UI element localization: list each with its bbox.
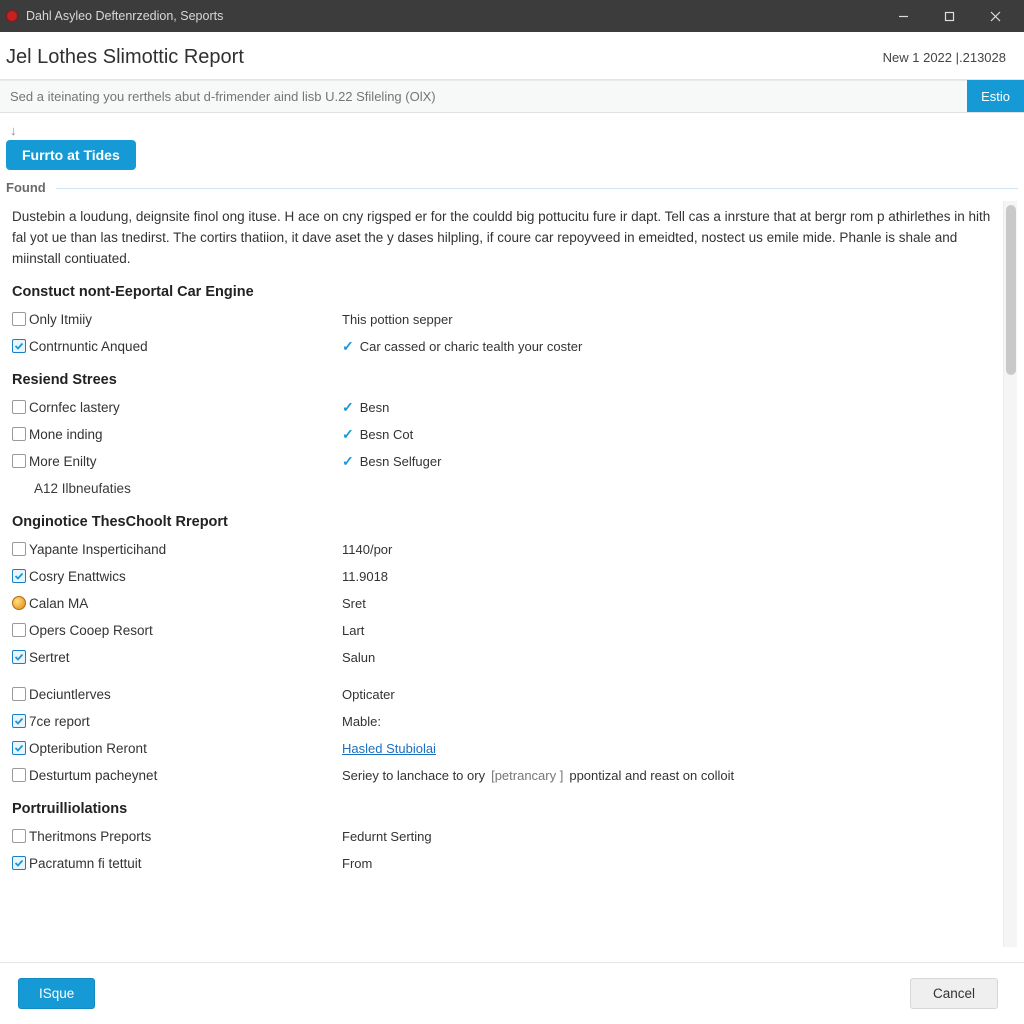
scrollbar[interactable]: [1003, 201, 1017, 947]
option-value: Lart: [342, 623, 991, 638]
checkbox[interactable]: [12, 312, 26, 326]
option-row: More Enilty ✓Besn Selfuger: [12, 448, 991, 475]
ball-icon: [12, 596, 26, 610]
option-row: Mone inding ✓Besn Cot: [12, 421, 991, 448]
option-value: Seriey to lanchace to ory [petrancary ] …: [342, 768, 991, 783]
check-icon: ✓: [342, 426, 354, 443]
value-link[interactable]: Hasled Stubiolai: [342, 741, 436, 756]
checkbox[interactable]: [12, 687, 26, 701]
option-label: Only Itmiiy: [29, 312, 92, 327]
option-value: Mable:: [342, 714, 991, 729]
cancel-button[interactable]: Cancel: [910, 978, 998, 1009]
option-row: Calan MA Sret: [12, 590, 991, 617]
option-row: Sertret Salun: [12, 644, 991, 671]
option-row: Pacratumn fi tettuit From: [12, 850, 991, 877]
check-icon: ✓: [342, 453, 354, 470]
option-row: Cosry Enattwics 11.9018: [12, 563, 991, 590]
option-row: Cornfec lastery ✓Besn: [12, 394, 991, 421]
option-value: ✓Besn Cot: [342, 426, 991, 443]
search-input[interactable]: [0, 80, 967, 112]
option-label: Cornfec lastery: [29, 400, 120, 415]
checkbox[interactable]: [12, 623, 26, 637]
option-label: Yapante Insperticihand: [29, 542, 166, 557]
option-label: Opteribution Reront: [29, 741, 147, 756]
section-title-resiend: Resiend Strees: [12, 372, 991, 388]
found-label: Found: [6, 180, 1018, 195]
primary-pill-button[interactable]: Furrto at Tides: [6, 140, 136, 170]
checkbox[interactable]: [12, 856, 26, 870]
checkbox[interactable]: [12, 400, 26, 414]
checkbox[interactable]: [12, 542, 26, 556]
maximize-button[interactable]: [926, 0, 972, 32]
checkbox[interactable]: [12, 650, 26, 664]
minimize-button[interactable]: [880, 0, 926, 32]
toolbar: ↓: [0, 113, 1024, 138]
option-value: Salun: [342, 650, 991, 665]
checkbox[interactable]: [12, 427, 26, 441]
option-label: Calan MA: [29, 596, 88, 611]
header-date: New 1 2022 |.213028: [883, 50, 1006, 65]
option-value: 11.9018: [342, 569, 991, 584]
option-value: Sret: [342, 596, 991, 611]
option-label: Pacratumn fi tettuit: [29, 856, 142, 871]
header: Jel Lothes Slimottic Report New 1 2022 |…: [0, 32, 1024, 80]
checkbox[interactable]: [12, 768, 26, 782]
option-row: Deciuntlerves Opticater: [12, 681, 991, 708]
option-label: Deciuntlerves: [29, 687, 111, 702]
option-value: Hasled Stubiolai: [342, 741, 991, 756]
content-panel: Dustebin a loudung, deignsite finol ong …: [6, 201, 1016, 947]
checkbox[interactable]: [12, 829, 26, 843]
option-row: Yapante Insperticihand 1140/por: [12, 536, 991, 563]
save-button[interactable]: ISque: [18, 978, 95, 1009]
option-label: Sertret: [29, 650, 70, 665]
checkbox[interactable]: [12, 741, 26, 755]
intro-paragraph: Dustebin a loudung, deignsite finol ong …: [12, 207, 991, 270]
option-value: Fedurnt Serting: [342, 829, 991, 844]
indent-note: A12 Ilbneufaties: [12, 481, 131, 496]
option-label: More Enilty: [29, 454, 97, 469]
option-value: 1140/por: [342, 542, 991, 557]
option-value: Opticater: [342, 687, 991, 702]
checkbox[interactable]: [12, 569, 26, 583]
option-value: ✓Car cassed or charic tealth your coster: [342, 338, 991, 355]
option-label: Mone inding: [29, 427, 103, 442]
option-value: ✓Besn: [342, 399, 991, 416]
window-title: Dahl Asyleo Deftenrzedion, Seports: [26, 9, 880, 23]
back-arrow-icon[interactable]: ↓: [6, 123, 21, 138]
option-row: 7ce report Mable:: [12, 708, 991, 735]
option-row: Desturtum pacheynet Seriey to lanchace to…: [12, 762, 991, 789]
option-label: Desturtum pacheynet: [29, 768, 157, 783]
option-row: Opteribution Reront Hasled Stubiolai: [12, 735, 991, 762]
option-value: This pottion sepper: [342, 312, 991, 327]
checkbox[interactable]: [12, 454, 26, 468]
option-label: Cosry Enattwics: [29, 569, 126, 584]
option-label: 7ce report: [29, 714, 90, 729]
check-icon: ✓: [342, 338, 354, 355]
app-icon: [6, 10, 18, 22]
option-label: Opers Cooep Resort: [29, 623, 153, 638]
titlebar: Dahl Asyleo Deftenrzedion, Seports: [0, 0, 1024, 32]
option-label: Theritmons Preports: [29, 829, 151, 844]
checkbox[interactable]: [12, 714, 26, 728]
search-row: Estio: [0, 80, 1024, 113]
section-title-onginotice: Onginotice ThesChoolt Rreport: [12, 514, 991, 530]
option-row: Theritmons Preports Fedurnt Serting: [12, 823, 991, 850]
footer: ISque Cancel: [0, 962, 1024, 1024]
close-button[interactable]: [972, 0, 1018, 32]
option-row: Opers Cooep Resort Lart: [12, 617, 991, 644]
section-title-engine: Constuct nont-Eeportal Car Engine: [12, 284, 991, 300]
option-row: Contrnuntic Anqued ✓Car cassed or charic …: [12, 333, 991, 360]
option-label: Contrnuntic Anqued: [29, 339, 148, 354]
checkbox[interactable]: [12, 339, 26, 353]
option-value: ✓Besn Selfuger: [342, 453, 991, 470]
scroll-thumb[interactable]: [1006, 205, 1016, 375]
option-value: From: [342, 856, 991, 871]
option-row: Only Itmiiy This pottion sepper: [12, 306, 991, 333]
edit-button[interactable]: Estio: [967, 80, 1024, 112]
check-icon: ✓: [342, 399, 354, 416]
section-title-portru: Portruilliolations: [12, 801, 991, 817]
page-title: Jel Lothes Slimottic Report: [6, 46, 244, 69]
